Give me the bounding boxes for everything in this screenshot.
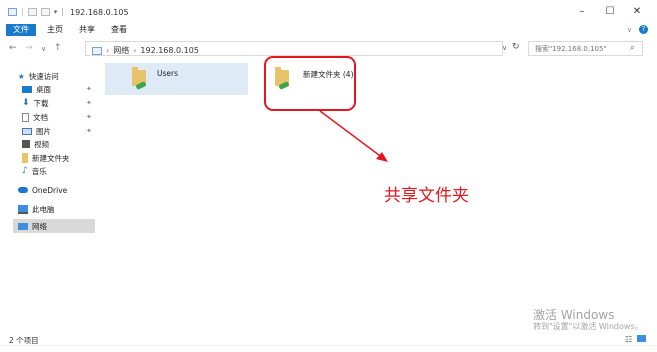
sidebar-item-label: OneDrive: [32, 185, 68, 195]
video-icon: [22, 140, 30, 148]
computer-icon: [18, 204, 28, 214]
annotation-arrow-line: [319, 110, 384, 159]
ribbon-expand-icon[interactable]: ∨: [627, 26, 632, 34]
sidebar-item-label: 视频: [34, 139, 49, 149]
sidebar-item-network[interactable]: 网络: [18, 220, 47, 232]
search-input[interactable]: [528, 41, 643, 56]
document-icon: [22, 112, 29, 122]
tab-share[interactable]: 共享: [72, 24, 102, 36]
sidebar-item-this-pc[interactable]: 此电脑: [18, 203, 55, 215]
sidebar-item-label: 音乐: [31, 166, 47, 176]
address-dropdown-icon[interactable]: ∨: [502, 44, 507, 52]
window-title: 192.168.0.105: [70, 8, 129, 17]
star-icon: ★: [18, 71, 25, 81]
breadcrumb-host[interactable]: 192.168.0.105: [140, 46, 199, 55]
sidebar-item-onedrive[interactable]: OneDrive: [18, 184, 67, 196]
pin-icon[interactable]: ✦: [86, 99, 92, 107]
sidebar-item-label: 文档: [33, 112, 48, 122]
music-note-icon: ♪: [22, 166, 28, 176]
forward-arrow-icon[interactable]: →: [25, 43, 33, 53]
sidebar-item-desktop[interactable]: 桌面: [22, 83, 51, 95]
large-icons-view-icon[interactable]: [637, 335, 646, 342]
sidebar-item-quick-access[interactable]: ★ 快速访问: [18, 70, 59, 82]
search-icon[interactable]: ⌕: [630, 43, 634, 53]
new-folder-icon[interactable]: [40, 7, 50, 16]
annotation-highlight: [264, 56, 356, 111]
toolbar-divider: |: [61, 7, 64, 16]
sidebar-item-music[interactable]: ♪ 音乐: [22, 165, 47, 177]
up-arrow-icon[interactable]: ↑: [54, 43, 62, 53]
sidebar-item-label: 此电脑: [32, 204, 55, 214]
network-icon: [18, 222, 28, 230]
refresh-icon[interactable]: ↻: [512, 42, 520, 52]
details-view-icon[interactable]: ☷: [625, 335, 632, 344]
folder-name: Users: [157, 69, 179, 78]
minimize-button[interactable]: –: [568, 4, 596, 20]
properties-icon[interactable]: [27, 7, 37, 16]
annotation-arrow: [319, 110, 388, 162]
tab-home[interactable]: 主页: [40, 24, 70, 36]
network-icon: [92, 46, 102, 55]
sidebar-item-videos[interactable]: 视频: [22, 138, 49, 150]
sidebar-item-label: 新建文件夹: [32, 153, 70, 163]
maximize-button[interactable]: ☐: [596, 4, 624, 20]
pin-icon[interactable]: ✦: [86, 85, 92, 93]
tab-file[interactable]: 文件: [6, 24, 36, 36]
breadcrumb-network[interactable]: 网络: [113, 45, 129, 56]
toolbar-divider: |: [21, 7, 24, 16]
explorer-icon: [8, 7, 17, 16]
desktop-icon: [22, 85, 32, 93]
folder-tile-users[interactable]: Users: [105, 63, 248, 95]
sidebar-item-pictures[interactable]: 图片: [22, 125, 51, 137]
sidebar-item-label: 下载: [33, 98, 49, 108]
sidebar-item-label: 图片: [36, 126, 51, 136]
help-icon[interactable]: ?: [639, 25, 648, 34]
status-divider: [0, 345, 657, 346]
sidebar-item-label: 快速访问: [28, 71, 59, 81]
cloud-icon: [18, 187, 28, 193]
quick-access-toolbar: | ▾ |: [8, 7, 64, 16]
pin-icon[interactable]: ✦: [86, 127, 92, 135]
annotation-text: 共享文件夹: [384, 186, 469, 206]
customize-toolbar-icon[interactable]: ▾: [54, 8, 58, 16]
sidebar-item-documents[interactable]: 文档: [22, 111, 48, 123]
activation-watermark-text: 转到"设置"以激活 Windows。: [533, 322, 643, 331]
sidebar-item-downloads[interactable]: ⬇ 下载: [22, 97, 49, 109]
recent-locations-icon[interactable]: ∨: [41, 45, 46, 53]
sidebar-item-label: 网络: [32, 221, 47, 231]
pin-icon[interactable]: ✦: [86, 113, 92, 121]
breadcrumb-separator: ›: [106, 46, 110, 55]
tab-view[interactable]: 查看: [104, 24, 134, 36]
breadcrumb-separator: ›: [133, 46, 137, 55]
back-arrow-icon[interactable]: ←: [9, 43, 17, 53]
download-arrow-icon: ⬇: [22, 98, 30, 108]
folder-icon: [22, 153, 28, 163]
close-button[interactable]: ✕: [623, 4, 651, 20]
breadcrumb: › 网络 › 192.168.0.105: [92, 45, 199, 56]
sidebar-item-new-folder[interactable]: 新建文件夹: [22, 152, 70, 164]
sidebar-item-label: 桌面: [36, 84, 51, 94]
picture-icon: [22, 127, 32, 135]
